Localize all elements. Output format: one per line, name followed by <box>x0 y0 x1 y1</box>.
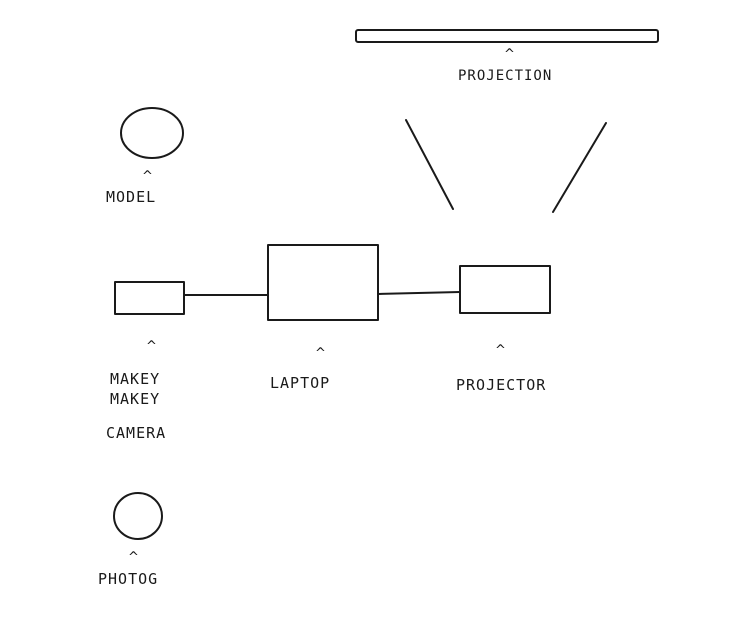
projection-pointer: ^ <box>504 47 515 62</box>
projection-beam-right <box>552 122 607 213</box>
cable-laptop-to-projector <box>377 291 461 295</box>
laptop-box <box>267 244 379 321</box>
model-label: MODEL <box>106 188 157 206</box>
model-pointer: ^ <box>142 169 153 184</box>
projector-label: PROJECTOR <box>456 376 547 394</box>
projection-beam-left <box>405 119 454 210</box>
projector-pointer: ^ <box>495 343 506 358</box>
laptop-label: LAPTOP <box>270 374 331 392</box>
projection-screen <box>355 29 659 43</box>
photog-label: PHOTOG <box>98 570 159 588</box>
photog-circle <box>113 492 163 540</box>
sketch-drawing <box>113 29 659 540</box>
setup-diagram: ^ ^ ^ ^ ^ ^ PROJECTION MODEL MAKEY MAKEY… <box>0 0 748 627</box>
makey-label-line2: MAKEY <box>110 390 161 408</box>
makey-makey-box <box>114 281 185 315</box>
camera-label: CAMERA <box>106 424 167 442</box>
laptop-pointer: ^ <box>315 346 326 361</box>
makey-pointer: ^ <box>146 339 157 354</box>
projection-label: PROJECTION <box>458 68 553 84</box>
projector-box <box>459 265 551 314</box>
model-circle <box>120 107 184 159</box>
photog-pointer: ^ <box>128 550 139 565</box>
